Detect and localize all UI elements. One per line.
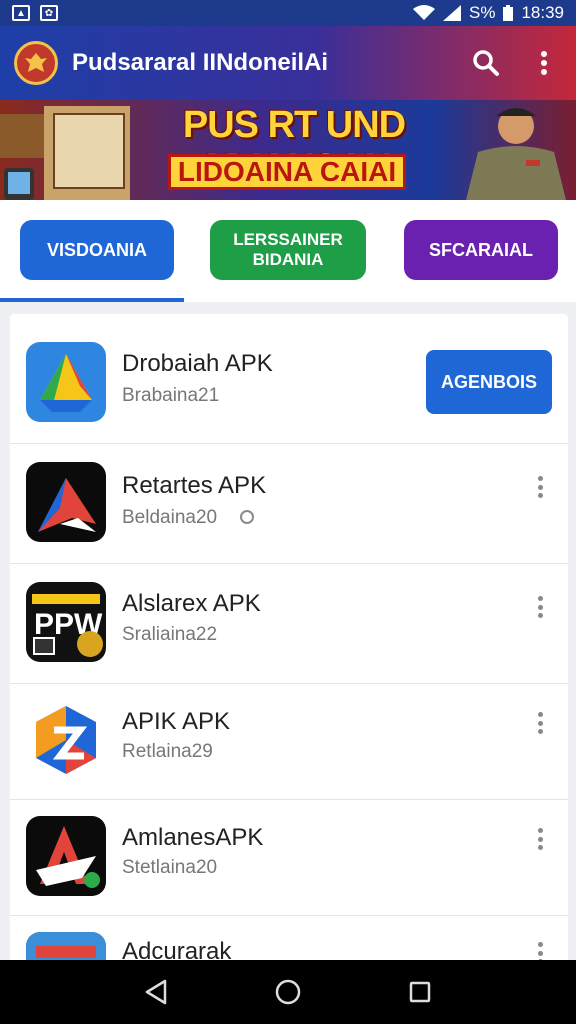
category-button-1[interactable]: VISDOANIA (20, 220, 174, 280)
app-icon (26, 342, 106, 422)
more-options-button[interactable] (530, 474, 550, 500)
status-bar: ▲ ✿ S% 18:39 (0, 0, 576, 26)
tab-indicator (0, 298, 184, 302)
app-title: Pudsararal IINdoneilAi (72, 49, 329, 76)
garuda-logo-icon (14, 41, 58, 85)
list-item[interactable]: APIK APK Retlaina29 (10, 684, 568, 800)
category-button-3[interactable]: SFCARAIAL (404, 220, 558, 280)
back-icon (145, 979, 167, 1005)
photo-notification-icon: ✿ (40, 5, 58, 21)
category-bar: VISDOANIA LERSSAINER BIDANIA SFCARAIAL (0, 200, 576, 302)
promo-banner[interactable]: PUS RT UND ADIANSAN LIDOAINA CAIAI (0, 100, 576, 200)
back-button[interactable] (134, 970, 178, 1014)
app-version: Brabaina21 (122, 385, 220, 406)
app-version: Beldaina20 (122, 507, 218, 528)
app-name: AmlanesAPK (122, 824, 264, 851)
recents-button[interactable] (398, 970, 442, 1014)
app-icon (26, 816, 106, 896)
list-item[interactable]: Retartes APK Beldaina20 (10, 444, 568, 564)
install-button[interactable]: AGENBOIS (426, 350, 552, 414)
banner-officer-image (466, 108, 566, 200)
app-version: Sraliaina22 (122, 624, 218, 645)
app-name: APIK APK (122, 708, 231, 735)
app-version: Stetlaina20 (122, 857, 218, 878)
wifi-icon (412, 5, 435, 20)
app-list: Drobaiah APK Brabaina21 AGENBOIS Retarte… (10, 314, 568, 974)
home-icon (275, 979, 301, 1005)
list-item[interactable]: PPW Alslarex APK Sraliaina22 (10, 564, 568, 684)
clock: 18:39 (521, 3, 564, 22)
info-icon (240, 510, 254, 524)
home-button[interactable] (266, 970, 310, 1014)
notification-icon: ▲ (12, 5, 30, 21)
more-vert-icon (541, 51, 547, 75)
battery-percent: S% (468, 3, 496, 22)
app-name: Drobaiah APK (122, 350, 273, 377)
search-icon (473, 50, 499, 76)
more-options-button[interactable] (530, 710, 550, 736)
app-name: Alslarex APK (122, 590, 261, 617)
list-item[interactable]: Drobaiah APK Brabaina21 AGENBOIS (10, 314, 568, 444)
app-bar: Pudsararal IINdoneilAi (0, 26, 576, 100)
more-options-button[interactable] (530, 594, 550, 620)
app-icon: PPW (26, 582, 106, 662)
signal-icon (442, 5, 461, 21)
navigation-bar (0, 960, 576, 1024)
more-options-button[interactable] (530, 826, 550, 852)
app-name: Retartes APK (122, 472, 267, 499)
battery-icon (503, 5, 514, 21)
list-item[interactable]: AmlanesAPK Stetlaina20 (10, 800, 568, 916)
app-icon (26, 700, 106, 780)
category-button-2[interactable]: LERSSAINER BIDANIA (210, 220, 366, 280)
search-button[interactable] (468, 45, 504, 81)
recents-icon (409, 981, 431, 1003)
banner-subheadline: LIDOAINA CAIAI (168, 154, 406, 190)
overflow-menu-button[interactable] (526, 45, 562, 81)
app-version: Retlaina29 (122, 741, 213, 762)
app-icon (26, 462, 106, 542)
